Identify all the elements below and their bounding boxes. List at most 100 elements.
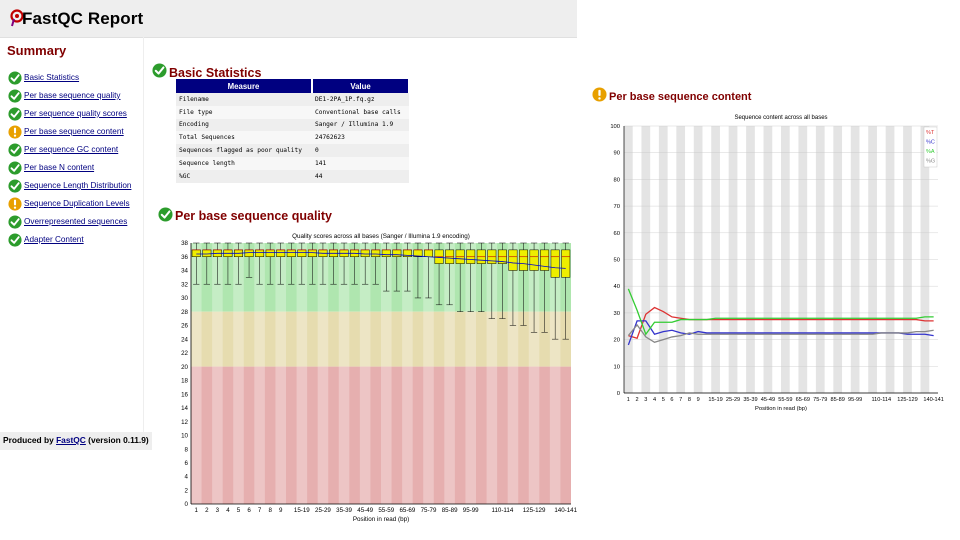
- measure-cell: Encoding: [176, 118, 312, 132]
- chart-title: Quality scores across all bases (Sanger …: [292, 233, 470, 240]
- summary-link[interactable]: Sequence Duplication Levels: [24, 199, 130, 208]
- x-tick-label: 7: [258, 507, 262, 514]
- y-tick-label: 70: [614, 204, 620, 210]
- band-stripe: [233, 311, 244, 367]
- summary-link[interactable]: Per base sequence quality: [24, 91, 121, 100]
- box: [550, 249, 560, 278]
- box: [297, 249, 307, 257]
- y-tick-label: 34: [181, 268, 188, 275]
- band-stripe: [338, 311, 350, 367]
- summary-item[interactable]: Adapter Content: [8, 232, 84, 247]
- value-cell: 44: [312, 169, 409, 183]
- summary-item[interactable]: Per sequence quality scores: [8, 106, 127, 121]
- footer-text: Produced by FastQC (version 0.11.9): [3, 435, 149, 445]
- value-cell: 141: [312, 156, 409, 170]
- x-tick-label: 45-49: [761, 397, 775, 403]
- box: [508, 249, 518, 271]
- band-stripe: [275, 366, 286, 504]
- x-tick-label: 35-39: [336, 507, 352, 514]
- band-stripe: [444, 366, 455, 504]
- band-stripe: [359, 311, 371, 367]
- x-tick-label: 140-141: [923, 397, 944, 403]
- y-tick-label: 20: [614, 338, 620, 344]
- x-tick-label: 2: [636, 397, 639, 403]
- summary-link[interactable]: Per sequence GC content: [24, 145, 118, 154]
- value-cell: 24762623: [312, 131, 409, 145]
- x-tick-label: 55-59: [378, 507, 394, 514]
- summary-item[interactable]: Per base sequence quality: [8, 88, 121, 103]
- summary-link[interactable]: Adapter Content: [24, 235, 84, 244]
- x-tick-label: 5: [237, 507, 241, 514]
- band-stripe: [296, 366, 308, 504]
- summary-item[interactable]: Per sequence GC content: [8, 142, 118, 157]
- summary-link[interactable]: Sequence Length Distribution: [24, 181, 131, 190]
- x-tick-label: 55-59: [778, 397, 792, 403]
- value-cell: Conventional base calls: [312, 105, 409, 119]
- x-axis-label: Position in read (bp): [755, 406, 807, 412]
- summary-item[interactable]: Basic Statistics: [8, 70, 79, 85]
- table-row: File type Conventional base calls: [176, 105, 409, 119]
- x-tick-label: 65-69: [399, 507, 415, 514]
- band-stripe: [212, 311, 223, 367]
- box: [202, 249, 212, 257]
- pass-icon: [8, 178, 22, 193]
- band-stripe: [212, 366, 223, 504]
- band-stripe: [254, 311, 265, 367]
- band-stripe: [507, 366, 519, 504]
- summary-link[interactable]: Basic Statistics: [24, 73, 79, 82]
- basic-stats-heading: Basic Statistics: [152, 60, 261, 80]
- chart-title: Sequence content across all bases: [734, 115, 827, 121]
- summary-link[interactable]: Overrepresented sequences: [24, 217, 127, 226]
- x-tick-label: 5: [662, 397, 665, 403]
- band-stripe: [233, 366, 244, 504]
- x-tick-label: 15-19: [294, 507, 310, 514]
- summary-link[interactable]: Per sequence quality scores: [24, 109, 127, 118]
- box: [265, 249, 275, 257]
- value-cell: Sanger / Illumina 1.9: [312, 118, 409, 132]
- basic-stats-table: Measure Value Filename DE1-2PA_1P.fq.gz Fi…: [176, 79, 410, 183]
- y-tick-label: 38: [181, 240, 188, 247]
- summary-link[interactable]: Per base sequence content: [24, 127, 124, 136]
- summary-item[interactable]: Sequence Duplication Levels: [8, 196, 130, 211]
- table-row: Filename DE1-2PA_1P.fq.gz: [176, 93, 409, 106]
- x-tick-label: 25-29: [315, 507, 331, 514]
- summary-item[interactable]: Overrepresented sequences: [8, 214, 127, 229]
- footer-prefix: Produced by: [3, 435, 57, 445]
- pass-icon: [8, 142, 22, 157]
- y-tick-label: 30: [614, 311, 620, 317]
- band-stripe: [423, 311, 434, 367]
- y-tick-label: 60: [614, 231, 620, 237]
- x-tick-label: 65-69: [796, 397, 810, 403]
- band-stripe: [338, 366, 350, 504]
- summary-item[interactable]: Per base sequence content: [8, 124, 124, 139]
- band-stripe: [465, 311, 476, 367]
- x-tick-label: 9: [697, 397, 700, 403]
- box: [519, 249, 528, 271]
- summary-link[interactable]: Per base N content: [24, 163, 94, 172]
- x-tick-label: 125-129: [523, 507, 546, 514]
- pass-icon: [8, 70, 22, 85]
- x-tick-label: 95-99: [848, 397, 862, 403]
- footer: Produced by FastQC (version 0.11.9): [0, 432, 152, 450]
- x-tick-label: 110-114: [871, 397, 891, 403]
- measure-cell: %GC: [176, 169, 312, 183]
- y-tick-label: 32: [181, 281, 188, 288]
- x-tick-label: 75-79: [813, 397, 827, 403]
- fastqc-link[interactable]: FastQC: [56, 435, 86, 445]
- x-tick-label: 3: [644, 397, 647, 403]
- table-row: Sequences flagged as poor quality 0: [176, 144, 409, 157]
- basic-stats-title: Basic Statistics: [169, 66, 262, 80]
- summary-item[interactable]: Per base N content: [8, 160, 94, 175]
- measure-cell: Filename: [176, 93, 312, 106]
- x-tick-label: 95-99: [463, 507, 479, 514]
- band-stripe: [444, 311, 455, 367]
- box: [540, 249, 550, 271]
- summary-item[interactable]: Sequence Length Distribution: [8, 178, 131, 193]
- y-tick-label: 80: [614, 177, 620, 183]
- x-axis-label: Position in read (bp): [353, 516, 409, 523]
- y-tick-label: 26: [181, 323, 188, 330]
- box: [255, 249, 265, 257]
- pass-icon: [158, 207, 173, 222]
- y-tick-label: 40: [614, 284, 620, 290]
- quality-chart: Quality scores across all bases (Sanger …: [181, 233, 578, 523]
